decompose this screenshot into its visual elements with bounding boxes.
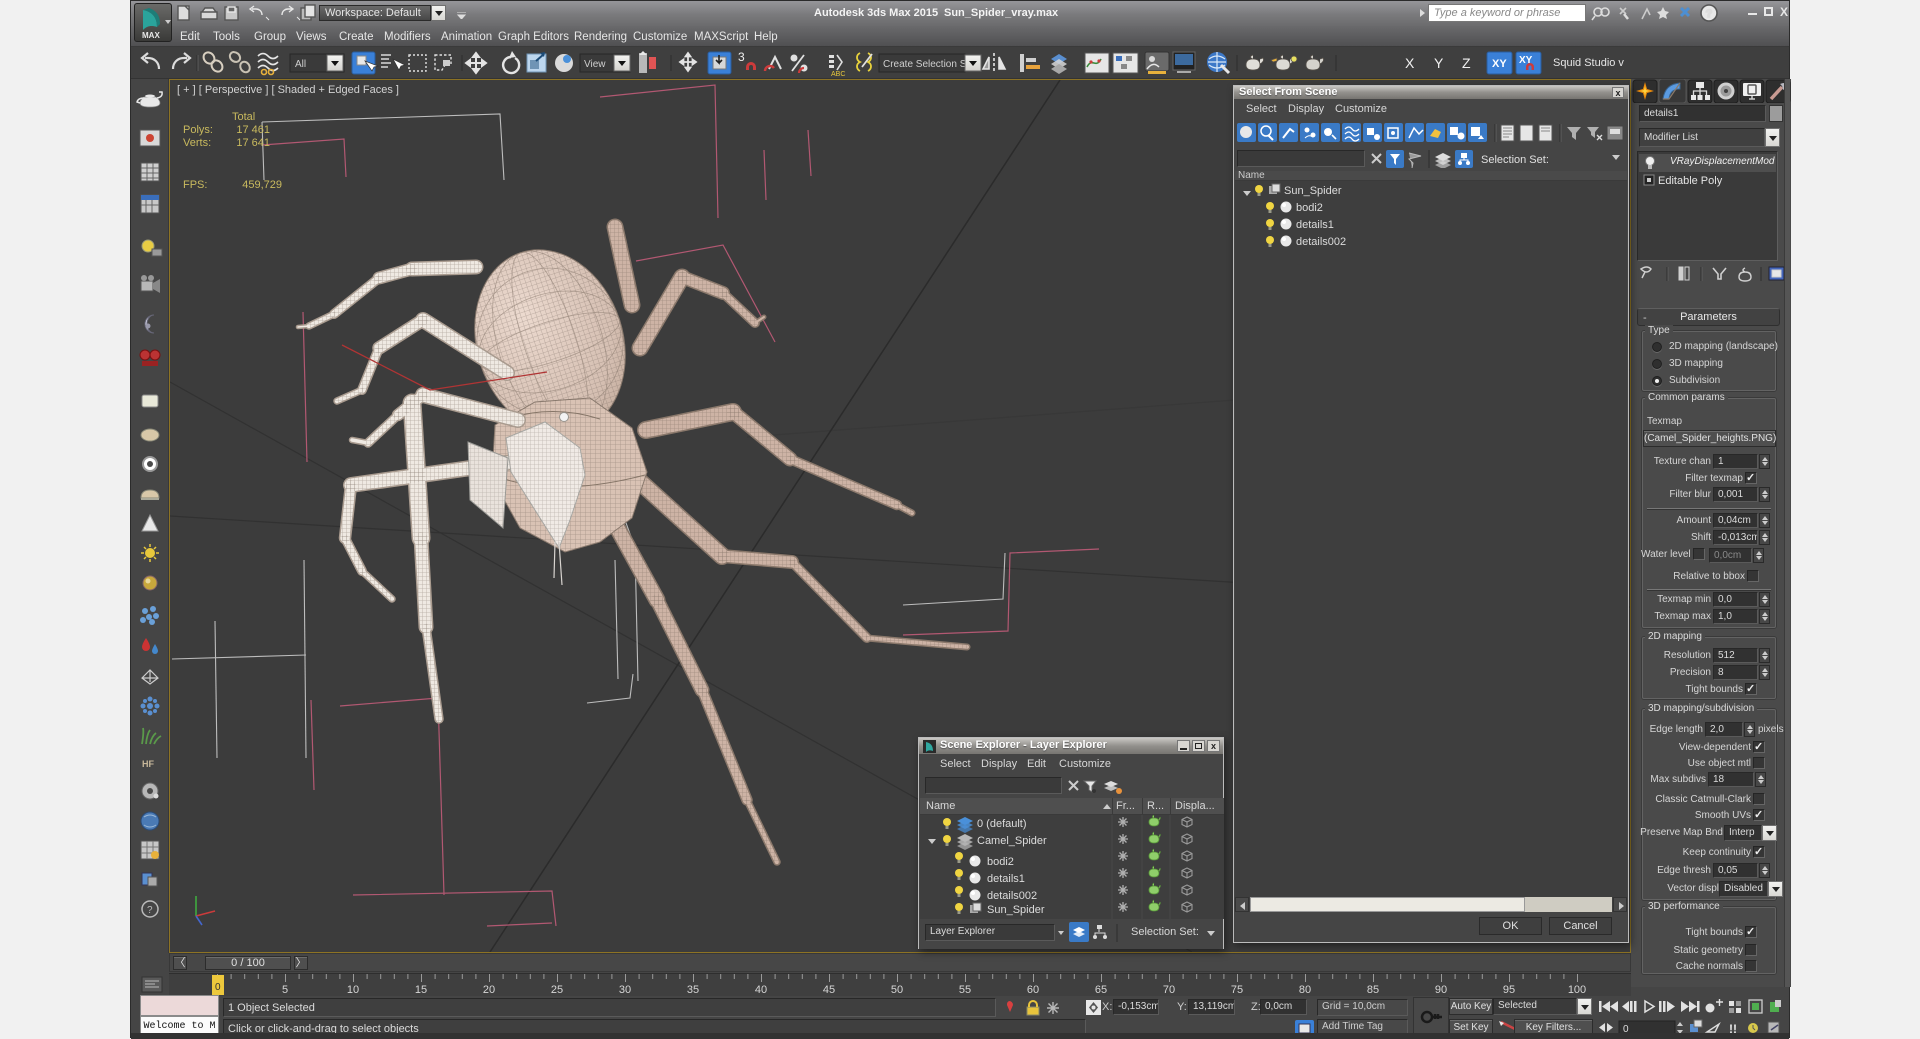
svg-text:60: 60 xyxy=(1027,984,1039,996)
svg-text:details002: details002 xyxy=(987,890,1037,902)
svg-text:Camel_Spider: Camel_Spider xyxy=(977,835,1047,847)
svg-text:45: 45 xyxy=(823,984,835,996)
svg-text:ABC: ABC xyxy=(831,71,845,78)
svg-text:50: 50 xyxy=(891,984,903,996)
svg-text:Y: Y xyxy=(1434,55,1444,71)
svg-text:95: 95 xyxy=(1503,984,1515,996)
svg-text:Sun_Spider: Sun_Spider xyxy=(987,904,1045,916)
svg-text:85: 85 xyxy=(1367,984,1379,996)
svg-text:details1: details1 xyxy=(987,873,1025,885)
svg-text:details002: details002 xyxy=(1296,236,1346,248)
svg-text:3: 3 xyxy=(738,50,745,64)
svg-text:X: X xyxy=(1405,55,1415,71)
svg-text:35: 35 xyxy=(687,984,699,996)
svg-text:100: 100 xyxy=(1568,984,1586,996)
svg-text:20: 20 xyxy=(483,984,495,996)
svg-text:30: 30 xyxy=(619,984,631,996)
svg-text:HF: HF xyxy=(142,759,154,769)
svg-text:65: 65 xyxy=(1095,984,1107,996)
svg-text:bodi2: bodi2 xyxy=(1296,202,1323,214)
svg-text:55: 55 xyxy=(959,984,971,996)
svg-text:5: 5 xyxy=(282,984,288,996)
svg-text:Polys:: Polys: xyxy=(183,124,213,136)
svg-text:View: View xyxy=(584,59,606,70)
svg-text:Z: Z xyxy=(1462,55,1471,71)
svg-text:40: 40 xyxy=(755,984,767,996)
svg-text:Selection Set:: Selection Set: xyxy=(1481,154,1549,166)
svg-text:0: 0 xyxy=(215,982,221,993)
svg-text:Verts:: Verts: xyxy=(183,137,211,149)
svg-text:90: 90 xyxy=(1435,984,1447,996)
svg-text:bodi2: bodi2 xyxy=(987,856,1014,868)
svg-text:Squid Studio v: Squid Studio v xyxy=(1553,57,1624,69)
svg-text:0 (default): 0 (default) xyxy=(977,818,1027,830)
svg-text:17 641: 17 641 xyxy=(236,137,270,149)
svg-text:details1: details1 xyxy=(1296,219,1334,231)
svg-text:?: ? xyxy=(1706,8,1713,20)
svg-text:Sun_Spider: Sun_Spider xyxy=(1284,185,1342,197)
svg-text:[ + ] [ Perspective ] [ Shaded: [ + ] [ Perspective ] [ Shaded + Edged F… xyxy=(177,84,399,96)
svg-text:MAX: MAX xyxy=(142,31,160,40)
svg-text:All: All xyxy=(295,59,306,70)
svg-text:FPS:: FPS: xyxy=(183,179,207,191)
svg-text:?: ? xyxy=(147,905,153,916)
svg-text:XY: XY xyxy=(1492,58,1507,70)
svg-text:Create Selection Se: Create Selection Se xyxy=(883,59,972,70)
svg-text:80: 80 xyxy=(1299,984,1311,996)
svg-text:25: 25 xyxy=(551,984,563,996)
svg-text:70: 70 xyxy=(1163,984,1175,996)
svg-text:75: 75 xyxy=(1231,984,1243,996)
svg-text:459,729: 459,729 xyxy=(242,179,282,191)
svg-text:17 461: 17 461 xyxy=(236,124,270,136)
svg-text:15: 15 xyxy=(415,984,427,996)
svg-text:Total: Total xyxy=(232,111,255,123)
svg-text:10: 10 xyxy=(347,984,359,996)
